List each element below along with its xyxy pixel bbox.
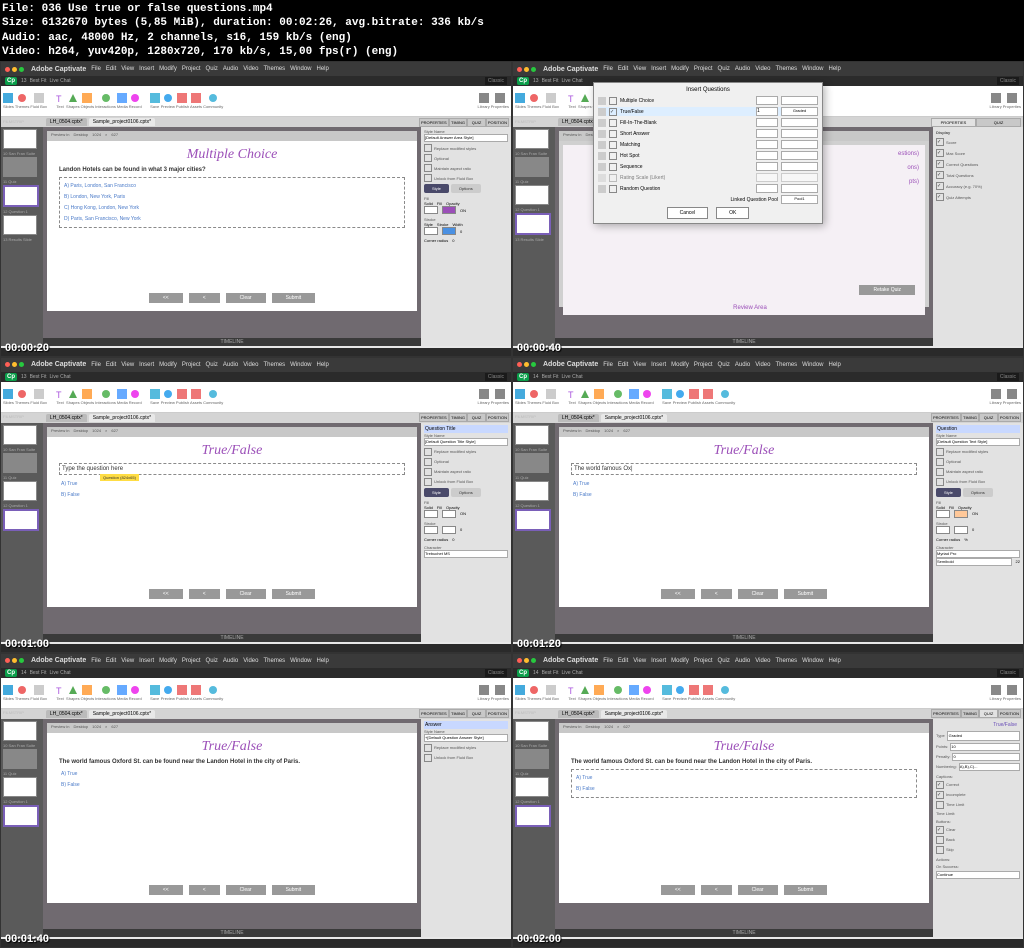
quiz-properties-panel: True/False TypeGraded Points:10 Penalty:… xyxy=(933,719,1023,938)
file-tabs: FILMSTRIPLH_0504.cptx*Sample_project0106… xyxy=(1,117,511,127)
points-input[interactable]: 10 xyxy=(950,743,1020,751)
insert-questions-dialog: Insert Questions Multiple Choice True/Fa… xyxy=(593,82,823,224)
answer-true-option[interactable]: A) True xyxy=(59,769,405,779)
question-input[interactable]: The world famous Ox| xyxy=(571,463,917,475)
answer-group[interactable]: A) TrueB) False xyxy=(571,769,917,798)
cancel-button[interactable]: Cancel xyxy=(667,207,709,219)
question-input[interactable]: Type the question hereQuestion (824x65) xyxy=(59,463,405,475)
ribbon: Slides Themes Fluid Box TText Shapes Obj… xyxy=(1,86,511,117)
app-toolbar: Cp13Best FitLive ChatClassic xyxy=(1,76,511,86)
back-button[interactable]: << xyxy=(149,293,183,303)
frame-2: 00:00:40 Adobe CaptivateFileEditViewInse… xyxy=(512,61,1024,357)
svg-text:T: T xyxy=(568,686,574,695)
file-metadata-header: File: 036 Use true or false questions.mp… xyxy=(0,0,1024,61)
svg-text:T: T xyxy=(568,390,574,399)
filmstrip: 10 San Fran Suite 11 Quiz 12 Question 1 … xyxy=(1,127,43,346)
frame-4: 00:01:20 Adobe CaptivateFileEditViewInse… xyxy=(512,357,1024,653)
frame-3: 00:01:00 Adobe CaptivateFileEditViewInse… xyxy=(0,357,512,653)
frame-5: 00:01:40 Adobe CaptivateFileEditViewInse… xyxy=(0,653,512,948)
menubar: Adobe Captivate FileEditViewInsertModify… xyxy=(1,62,511,76)
svg-text:T: T xyxy=(56,390,62,399)
question-title: Multiple Choice xyxy=(53,147,411,163)
frame-6: 00:02:00 Adobe CaptivateFileEditViewInse… xyxy=(512,653,1024,948)
frame-1: 00:00:20 Adobe Captivate FileEditViewIns… xyxy=(0,61,512,357)
slide-canvas[interactable]: Multiple Choice Landon Hotels can be fou… xyxy=(47,141,417,311)
question-text: Landon Hotels can be found in what 3 maj… xyxy=(59,167,405,173)
graded-select[interactable]: Graded xyxy=(781,107,818,116)
retake-quiz-button[interactable]: Retake Quiz xyxy=(859,285,915,295)
svg-text:T: T xyxy=(56,686,62,695)
prev-button[interactable]: < xyxy=(189,293,220,303)
clear-button[interactable]: Clear xyxy=(226,293,266,303)
timestamp: 00:00:20 xyxy=(5,342,49,354)
timestamp: 00:00:40 xyxy=(517,342,561,354)
thumbnail-grid: 00:00:20 Adobe Captivate FileEditViewIns… xyxy=(0,61,1024,948)
answer-group[interactable]: A) Paris, London, San FranciscoB) London… xyxy=(59,177,405,228)
properties-panel: Style Name [Default Answer Area Style] R… xyxy=(421,127,511,346)
submit-button[interactable]: Submit xyxy=(272,293,316,303)
svg-text:T: T xyxy=(56,94,62,103)
svg-text:T: T xyxy=(568,94,574,103)
ok-button[interactable]: OK xyxy=(716,207,749,219)
